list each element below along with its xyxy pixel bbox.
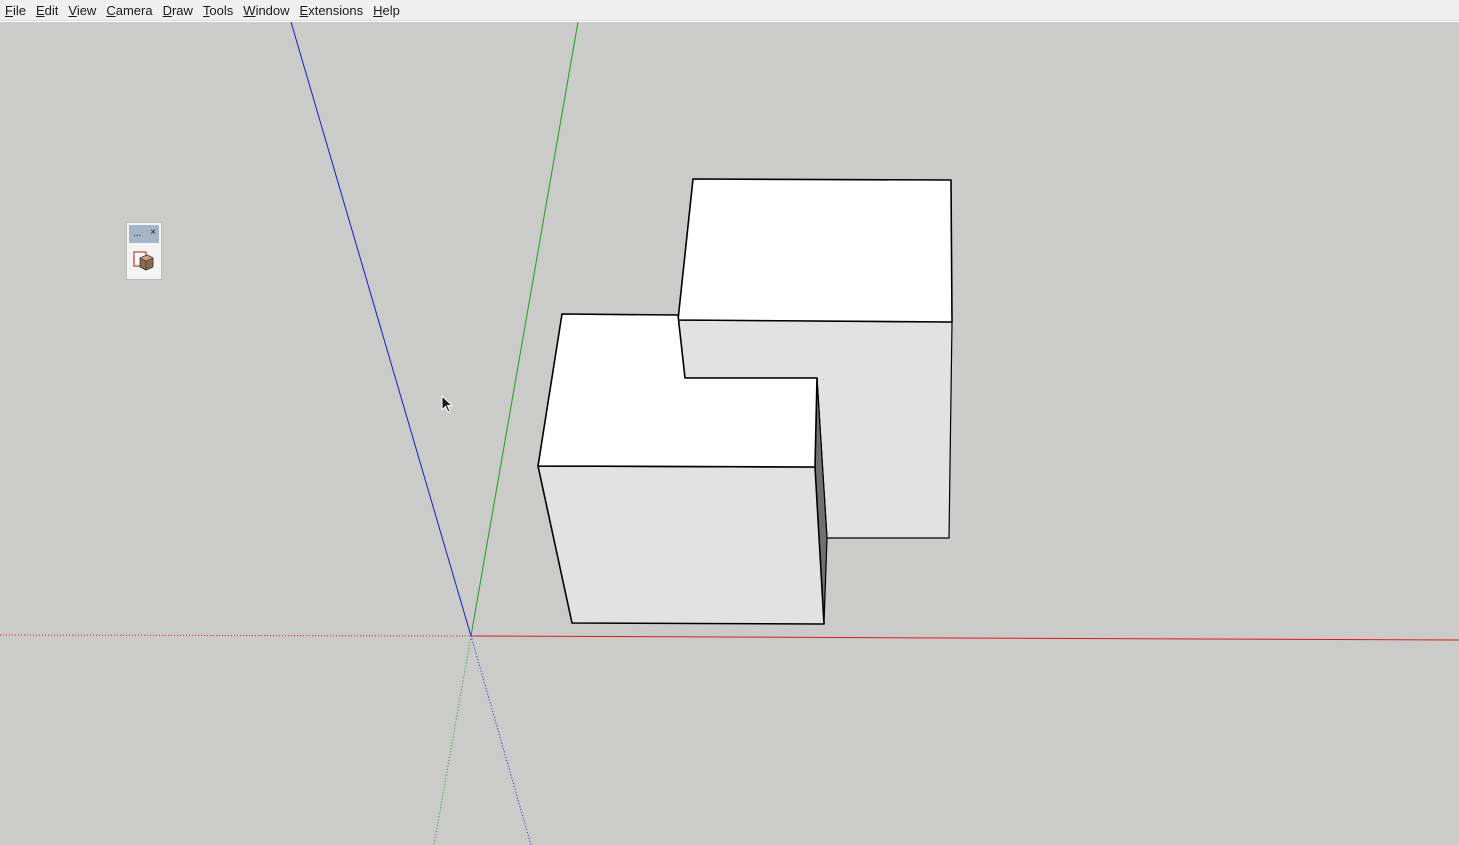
menu-view[interactable]: View <box>63 0 101 21</box>
model-viewport[interactable]: ... × <box>0 22 1459 845</box>
arrow-cursor-icon <box>441 395 455 415</box>
blue-axis-negative <box>470 635 532 845</box>
red-axis-negative <box>0 634 472 637</box>
toolbar-title-dots: ... <box>133 228 142 239</box>
menu-extensions[interactable]: Extensions <box>295 0 369 21</box>
menu-camera[interactable]: Camera <box>101 0 157 21</box>
menu-bar: File Edit View Camera Draw Tools Window … <box>0 0 1459 21</box>
close-icon[interactable]: × <box>150 226 156 240</box>
floating-toolbar: ... × <box>126 222 162 280</box>
floating-toolbar-titlebar[interactable]: ... × <box>129 225 159 243</box>
scene-canvas[interactable] <box>0 22 1459 845</box>
green-axis-negative <box>433 635 472 845</box>
red-axis <box>470 635 1459 641</box>
menu-edit[interactable]: Edit <box>31 0 63 21</box>
menu-help[interactable]: Help <box>368 0 405 21</box>
back-block-top-face <box>677 178 953 323</box>
menu-tools[interactable]: Tools <box>198 0 238 21</box>
front-block-front-face <box>537 465 825 625</box>
menu-draw[interactable]: Draw <box>158 0 198 21</box>
menu-file[interactable]: File <box>0 0 31 21</box>
menu-window[interactable]: Window <box>238 0 294 21</box>
blue-axis <box>290 22 472 637</box>
component-icon[interactable] <box>133 249 155 273</box>
